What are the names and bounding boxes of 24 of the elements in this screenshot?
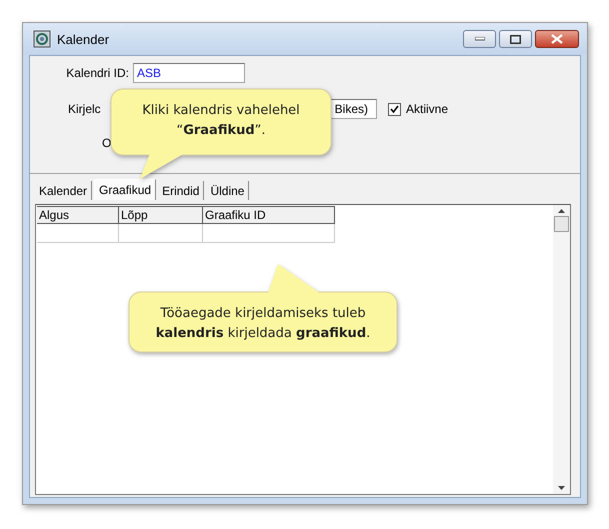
tab[interactable]: Graafikud: [94, 179, 156, 200]
maximize-icon: [510, 34, 521, 44]
column-header[interactable]: Algus: [37, 206, 119, 224]
field-label: O: [102, 136, 112, 150]
column-header[interactable]: Lõpp: [119, 206, 203, 224]
scroll-thumb[interactable]: [554, 216, 569, 232]
field-label: Kirjelc: [68, 102, 102, 116]
scroll-up-icon[interactable]: [558, 209, 565, 213]
close-icon: [551, 34, 563, 44]
column-header[interactable]: Graafiku ID: [203, 206, 335, 224]
active-checkbox[interactable]: [388, 102, 401, 116]
calendar-app-icon: [33, 30, 51, 48]
minimize-icon: [474, 37, 484, 41]
maximize-button[interactable]: [499, 30, 532, 48]
minimize-button[interactable]: [463, 30, 496, 48]
calendar-id-field[interactable]: ASB: [133, 63, 245, 83]
callout-text: Kliki kalendris vahelehel “Graafikud”.: [141, 102, 301, 140]
field-label: Kalendri ID:: [65, 66, 130, 80]
checkbox-label: Aktiivne: [406, 102, 448, 116]
window-title: Kalender: [57, 32, 110, 46]
callout-text: Tööaegade kirjeldamiseks tuleb kalendris kirjeldada graafikud.: [154, 305, 372, 343]
close-button[interactable]: [535, 30, 579, 48]
scrollbar[interactable]: [553, 205, 570, 494]
scroll-down-icon[interactable]: [558, 486, 565, 490]
